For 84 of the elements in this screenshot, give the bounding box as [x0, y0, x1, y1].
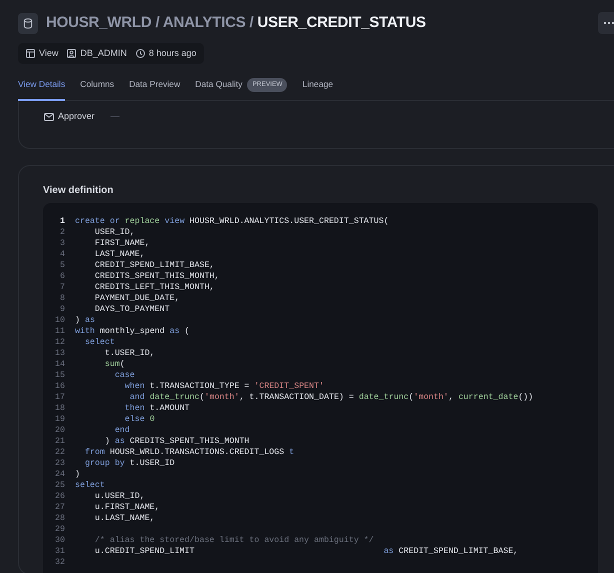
code-line: DAYS_TO_PAYMENT: [94, 304, 170, 315]
code-line: ) as: [75, 314, 95, 326]
line-number: 17: [54, 392, 65, 403]
line-number: 1: [59, 216, 65, 227]
line-number: 10: [54, 314, 65, 326]
line-number: 15: [54, 370, 65, 381]
line-number: 21: [54, 436, 65, 447]
line-number: 26: [54, 490, 65, 502]
code-line: then t.AMOUNT: [124, 402, 190, 414]
approver-label: Approver: [58, 110, 95, 123]
code-line: from HOUSR_WRLD.TRANSACTIONS.CREDIT_LOGS t: [84, 446, 294, 458]
code-line: USER_ID,: [94, 226, 135, 238]
clock-icon: [136, 48, 145, 58]
code-line: u.CREDIT_SPEND_LIMIT as CREDIT_SPEND_LIMIT_BASE,: [94, 546, 518, 557]
line-number: 7: [59, 282, 65, 293]
breadcrumb-link[interactable]: HOUSR_WRLD: [46, 14, 152, 31]
code-line: when t.TRANSACTION_TYPE = 'CREDIT_SPENT': [124, 380, 324, 392]
code-line: PAYMENT_DUE_DATE,: [94, 292, 180, 304]
line-number: 27: [54, 502, 65, 513]
code-line: end: [114, 424, 130, 436]
breadcrumb-separator: /: [154, 14, 160, 31]
code-line: t.USER_ID,: [104, 348, 155, 359]
line-number: 28: [54, 512, 65, 524]
code-line: select: [84, 336, 115, 348]
line-number: 11: [54, 326, 65, 337]
line-number: 30: [54, 534, 65, 546]
line-number: 22: [54, 446, 65, 458]
code-line: with monthly_spend as (: [75, 326, 190, 337]
line-number: 32: [54, 556, 65, 568]
user-icon: [67, 48, 76, 58]
breadcrumb-link[interactable]: ANALYTICS: [162, 14, 246, 31]
database-icon: [18, 12, 38, 34]
tab[interactable]: Data Preview: [129, 74, 180, 101]
table-icon: [26, 48, 35, 58]
code-line: else 0: [124, 414, 155, 425]
tab[interactable]: Columns: [80, 74, 114, 101]
code-line: ): [75, 468, 80, 480]
code-line: CREDITS_SPENT_THIS_MONTH,: [94, 270, 220, 282]
line-number: 8: [59, 292, 65, 304]
line-number: 14: [54, 358, 65, 370]
code-line: u.LAST_NAME,: [94, 512, 155, 524]
line-number: 19: [54, 414, 65, 425]
line-number: 31: [54, 546, 65, 557]
tab[interactable]: Lineage: [302, 74, 334, 101]
line-number: 25: [54, 480, 65, 491]
code-line: CREDITS_LEFT_THIS_MONTH,: [94, 282, 214, 293]
code-line: /* alias the stored/base limit to avoid any ambiguity */: [94, 534, 374, 546]
approver-value: —: [110, 110, 120, 123]
code-line: sum(: [104, 358, 125, 370]
line-number: 9: [59, 304, 65, 315]
line-number: 12: [54, 336, 65, 348]
page-title: USER_CREDIT_STATUS: [257, 14, 426, 31]
code-line: CREDIT_SPEND_LIMIT_BASE,: [94, 260, 214, 271]
line-number: 18: [54, 402, 65, 414]
line-number: 29: [54, 524, 65, 535]
line-number: 6: [59, 270, 65, 282]
code-line: create or replace view HOUSR_WRLD.ANALYTICS.USER_CREDIT_STATUS(: [75, 216, 389, 227]
code-line: u.USER_ID,: [94, 490, 145, 502]
more-button[interactable]: [598, 12, 614, 34]
line-number: 5: [59, 260, 65, 271]
meta-text: View: [39, 46, 58, 60]
code-line: FIRST_NAME,: [94, 238, 150, 249]
line-number: 24: [54, 468, 65, 480]
line-number: 23: [54, 458, 65, 469]
line-number: 13: [54, 348, 65, 359]
code-line: ) as CREDITS_SPENT_THIS_MONTH: [104, 436, 250, 447]
mail-icon: [44, 112, 54, 120]
section-title: View definition: [43, 184, 114, 198]
line-number: 3: [59, 238, 65, 249]
code-line: group by t.USER_ID: [84, 458, 175, 469]
code-line: and date_trunc('month', t.TRANSACTION_DATE) = date_trunc('month', current_date()): [128, 392, 534, 403]
meta-text: DB_ADMIN: [80, 46, 127, 60]
code-line: LAST_NAME,: [94, 248, 145, 260]
meta-text: 8 hours ago: [148, 46, 196, 60]
code-line: select: [75, 480, 105, 491]
more-icon: [603, 21, 614, 26]
breadcrumb-separator: /: [248, 14, 254, 31]
code-line: case: [114, 370, 135, 381]
code-line: u.FIRST_NAME,: [94, 502, 160, 513]
line-number: 2: [59, 226, 65, 238]
line-number: 4: [59, 248, 65, 260]
tab[interactable]: View Details: [18, 74, 66, 101]
line-number: 20: [54, 424, 65, 436]
line-number: 16: [54, 380, 65, 392]
